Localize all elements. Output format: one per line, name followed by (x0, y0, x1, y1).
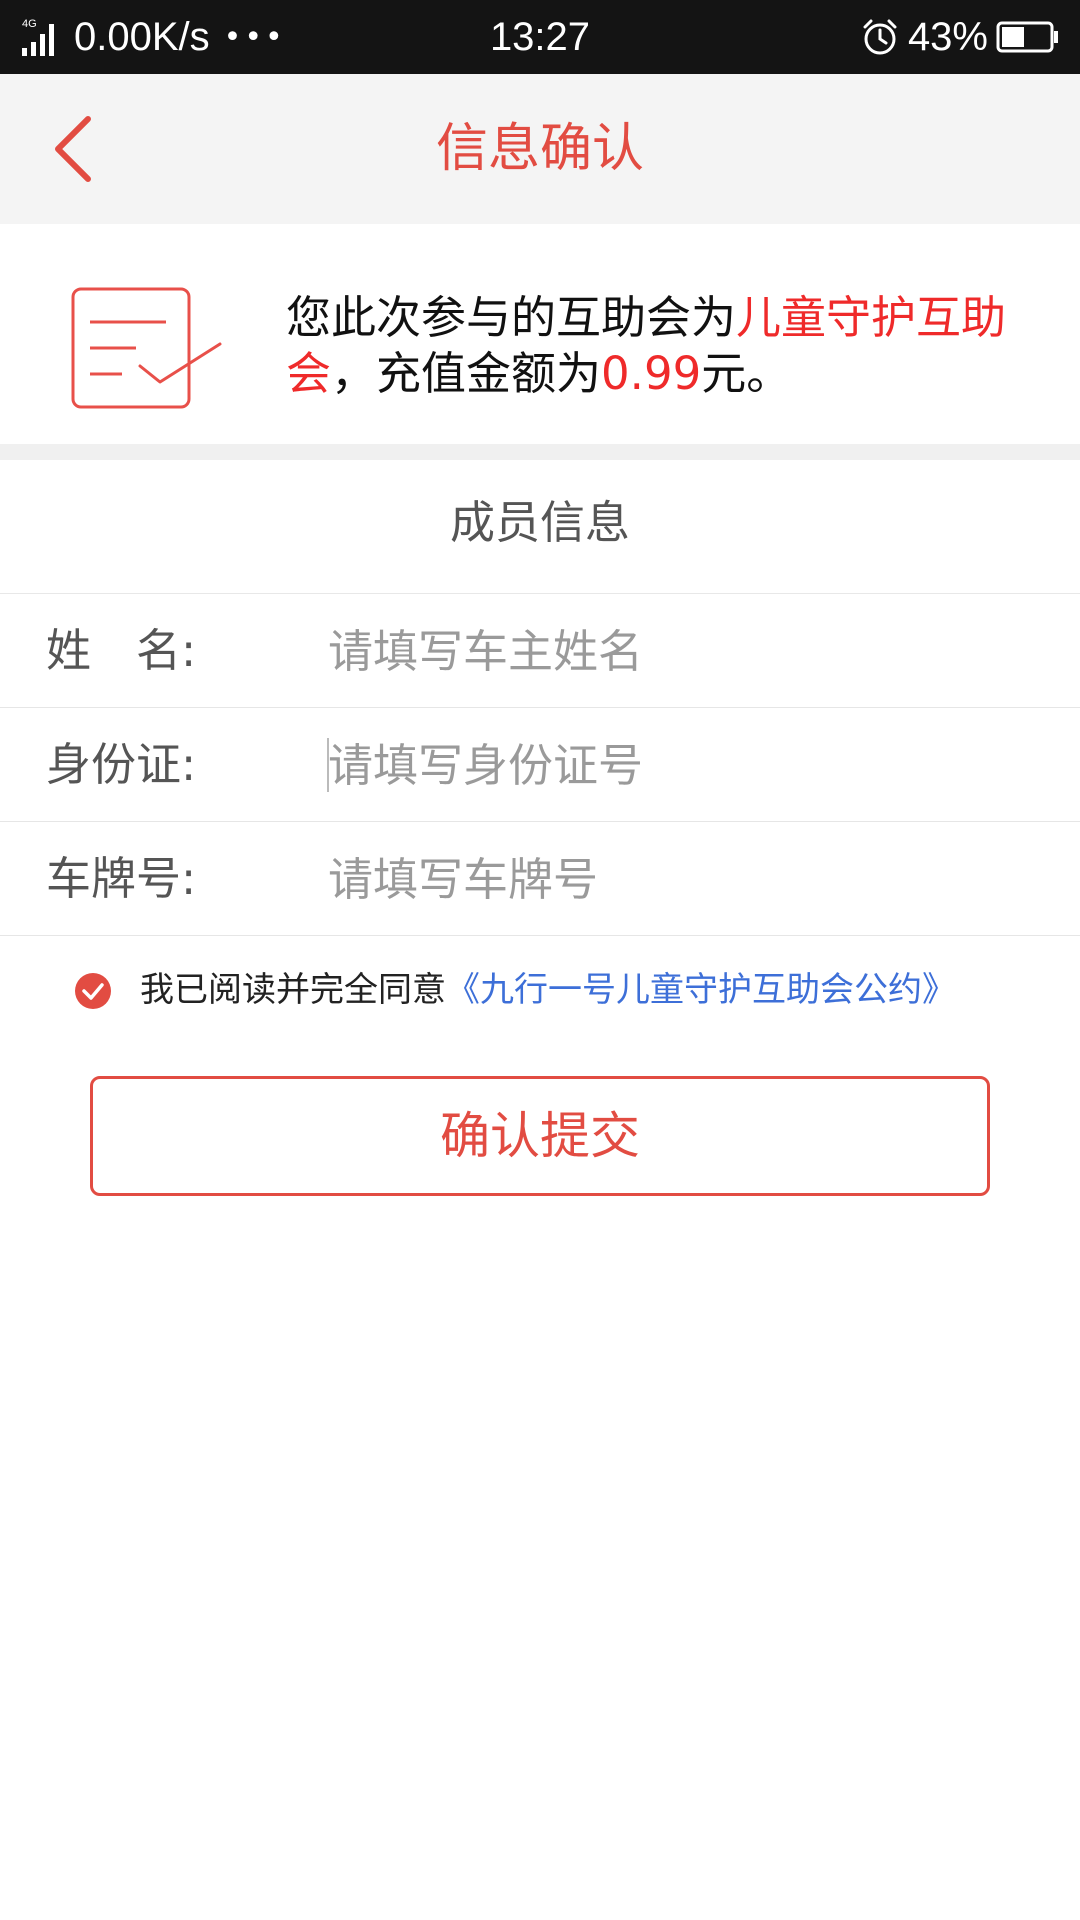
agreement-link[interactable]: 《九行一号儿童守护互助会公约》 (446, 970, 956, 1010)
info-message: 您此次参与的互助会为儿童守护互助会，充值金额为0.99元。 (286, 290, 1026, 402)
section-divider (0, 444, 1080, 460)
agreement-row: 我已阅读并完全同意《九行一号儿童守护互助会公约》 (0, 940, 1080, 1040)
info-card: 您此次参与的互助会为儿童守护互助会，充值金额为0.99元。 (0, 224, 1080, 444)
info-text-middle: ，充值金额为 (331, 347, 602, 400)
id-card-input[interactable] (328, 728, 1048, 802)
section-title: 成员信息 (0, 460, 1080, 594)
plate-input[interactable] (328, 842, 1048, 916)
submit-button[interactable]: 确认提交 (90, 1076, 990, 1196)
alarm-icon (863, 19, 897, 55)
status-right: 43% (860, 0, 1060, 74)
name-label: 姓 名: (46, 624, 197, 677)
battery-percent: 43% (907, 14, 988, 59)
info-text-prefix: 您此次参与的互助会为 (286, 291, 737, 344)
header-bar: 信息确认 (0, 74, 1080, 224)
name-row: 姓 名: (0, 594, 1080, 708)
plate-row: 车牌号: (0, 822, 1080, 936)
agreement-text: 我已阅读并完全同意《九行一号儿童守护互助会公约》 (140, 940, 956, 1040)
info-text-suffix: 元。 (701, 347, 792, 400)
check-circle-icon[interactable] (74, 972, 112, 1010)
battery-icon (996, 21, 1058, 53)
page-title: 信息确认 (435, 119, 644, 179)
agreement-label: 我已阅读并完全同意 (140, 970, 446, 1010)
amount: 0.99 (601, 347, 702, 400)
status-bar: 4G 0.00K/s ••• 13:27 43% (0, 0, 1080, 74)
plate-label: 车牌号: (46, 852, 197, 905)
id-card-label: 身份证: (46, 738, 197, 791)
id-card-row: 身份证: (0, 708, 1080, 822)
document-check-icon (71, 287, 222, 409)
name-input[interactable] (328, 614, 1048, 688)
